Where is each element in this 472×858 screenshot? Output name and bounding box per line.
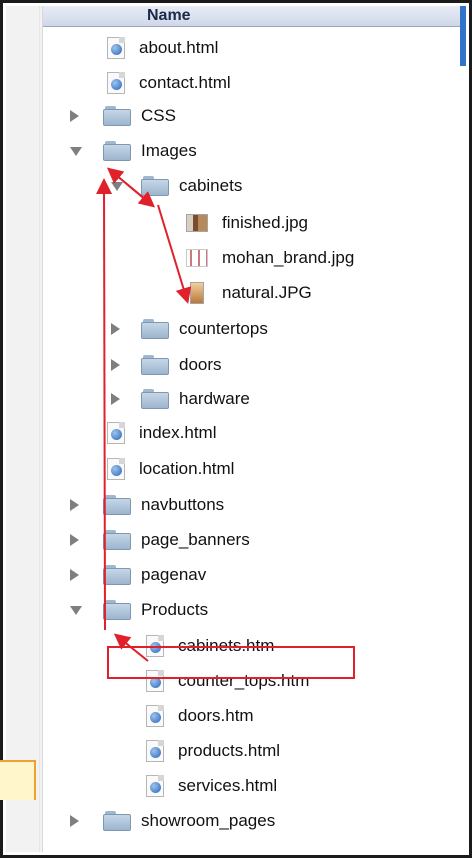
file-row-doors-htm[interactable]: doors.htm <box>146 700 254 732</box>
disclosure-closed-icon[interactable] <box>111 323 120 335</box>
file-name-label: index.html <box>139 423 217 442</box>
name-column-label: Name <box>147 7 191 24</box>
file-row-navbuttons[interactable]: navbuttons <box>70 489 225 521</box>
file-row-mohan-brand-jpg[interactable]: mohan_brand.jpg <box>186 242 354 274</box>
image-file-icon <box>186 214 208 232</box>
image-file-icon <box>186 249 208 267</box>
disclosure-open-icon[interactable] <box>111 182 123 191</box>
file-name-label: CSS <box>141 106 176 125</box>
sidebar-strip <box>6 6 43 852</box>
html-document-icon <box>146 775 164 797</box>
file-name-label: mohan_brand.jpg <box>222 248 355 267</box>
file-name-label: page_banners <box>141 530 250 549</box>
file-name-label: countertops <box>179 319 268 338</box>
html-document-icon <box>107 422 125 444</box>
disclosure-closed-icon[interactable] <box>70 815 79 827</box>
file-name-label: services.html <box>178 776 278 795</box>
file-row-services-html[interactable]: services.html <box>146 770 277 802</box>
file-name-label: pagenav <box>141 565 207 584</box>
scroll-indicator[interactable] <box>460 6 466 66</box>
folder-icon <box>141 176 169 196</box>
file-row-finished-jpg[interactable]: finished.jpg <box>186 207 308 239</box>
file-row-about-html[interactable]: about.html <box>107 32 218 64</box>
disclosure-open-icon[interactable] <box>70 606 82 615</box>
file-row-index-html[interactable]: index.html <box>107 417 216 449</box>
html-document-icon <box>146 705 164 727</box>
note-callout <box>0 760 36 800</box>
file-name-label: finished.jpg <box>222 213 309 232</box>
file-row-products-html[interactable]: products.html <box>146 735 280 767</box>
file-row-contact-html[interactable]: contact.html <box>107 67 231 99</box>
file-name-label: navbuttons <box>141 495 225 514</box>
html-document-icon <box>107 458 125 480</box>
file-row-page-banners[interactable]: page_banners <box>70 524 250 556</box>
file-row-pagenav[interactable]: pagenav <box>70 559 207 591</box>
disclosure-closed-icon[interactable] <box>111 393 120 405</box>
folder-icon <box>141 355 169 375</box>
file-name-label: doors.htm <box>178 706 254 725</box>
folder-icon <box>103 530 131 550</box>
file-name-label: products.html <box>178 741 281 760</box>
html-document-icon <box>107 72 125 94</box>
file-name-label: doors <box>179 355 222 374</box>
file-row-showroom-pages[interactable]: showroom_pages <box>70 805 276 837</box>
file-name-label: about.html <box>139 38 219 57</box>
folder-icon <box>103 811 131 831</box>
folder-icon <box>103 495 131 515</box>
file-name-label: showroom_pages <box>141 811 276 830</box>
disclosure-closed-icon[interactable] <box>70 534 79 546</box>
file-row-cabinets[interactable]: cabinets <box>111 170 243 202</box>
folder-icon <box>103 106 131 126</box>
disclosure-closed-icon[interactable] <box>70 110 79 122</box>
file-name-label: Images <box>141 141 197 160</box>
disclosure-closed-icon[interactable] <box>70 569 79 581</box>
file-row-hardware[interactable]: hardware <box>111 383 250 415</box>
disclosure-open-icon[interactable] <box>70 147 82 156</box>
file-row-images[interactable]: Images <box>70 135 197 167</box>
folder-icon <box>103 141 131 161</box>
disclosure-closed-icon[interactable] <box>111 359 120 371</box>
folder-icon <box>103 600 131 620</box>
html-document-icon <box>146 740 164 762</box>
folder-icon <box>141 319 169 339</box>
disclosure-closed-icon[interactable] <box>70 499 79 511</box>
file-row-doors[interactable]: doors <box>111 349 222 381</box>
highlight-box-cabinets-htm <box>107 646 355 679</box>
file-name-label: Products <box>141 600 209 619</box>
folder-icon <box>141 389 169 409</box>
file-row-natural-jpg[interactable]: natural.JPG <box>186 277 312 309</box>
file-name-label: cabinets <box>179 176 243 195</box>
file-name-label: contact.html <box>139 73 231 92</box>
file-name-label: natural.JPG <box>222 283 312 302</box>
file-name-label: location.html <box>139 459 235 478</box>
finder-window: Name about.html contact.html CSS Images cabi… <box>0 0 472 858</box>
file-row-location-html[interactable]: location.html <box>107 453 234 485</box>
html-document-icon <box>107 37 125 59</box>
file-row-css[interactable]: CSS <box>70 100 176 132</box>
name-column-header[interactable]: Name <box>43 6 466 27</box>
file-row-countertops[interactable]: countertops <box>111 313 268 345</box>
folder-icon <box>103 565 131 585</box>
file-row-products[interactable]: Products <box>70 594 209 626</box>
file-name-label: hardware <box>179 389 250 408</box>
image-file-icon <box>190 282 204 304</box>
